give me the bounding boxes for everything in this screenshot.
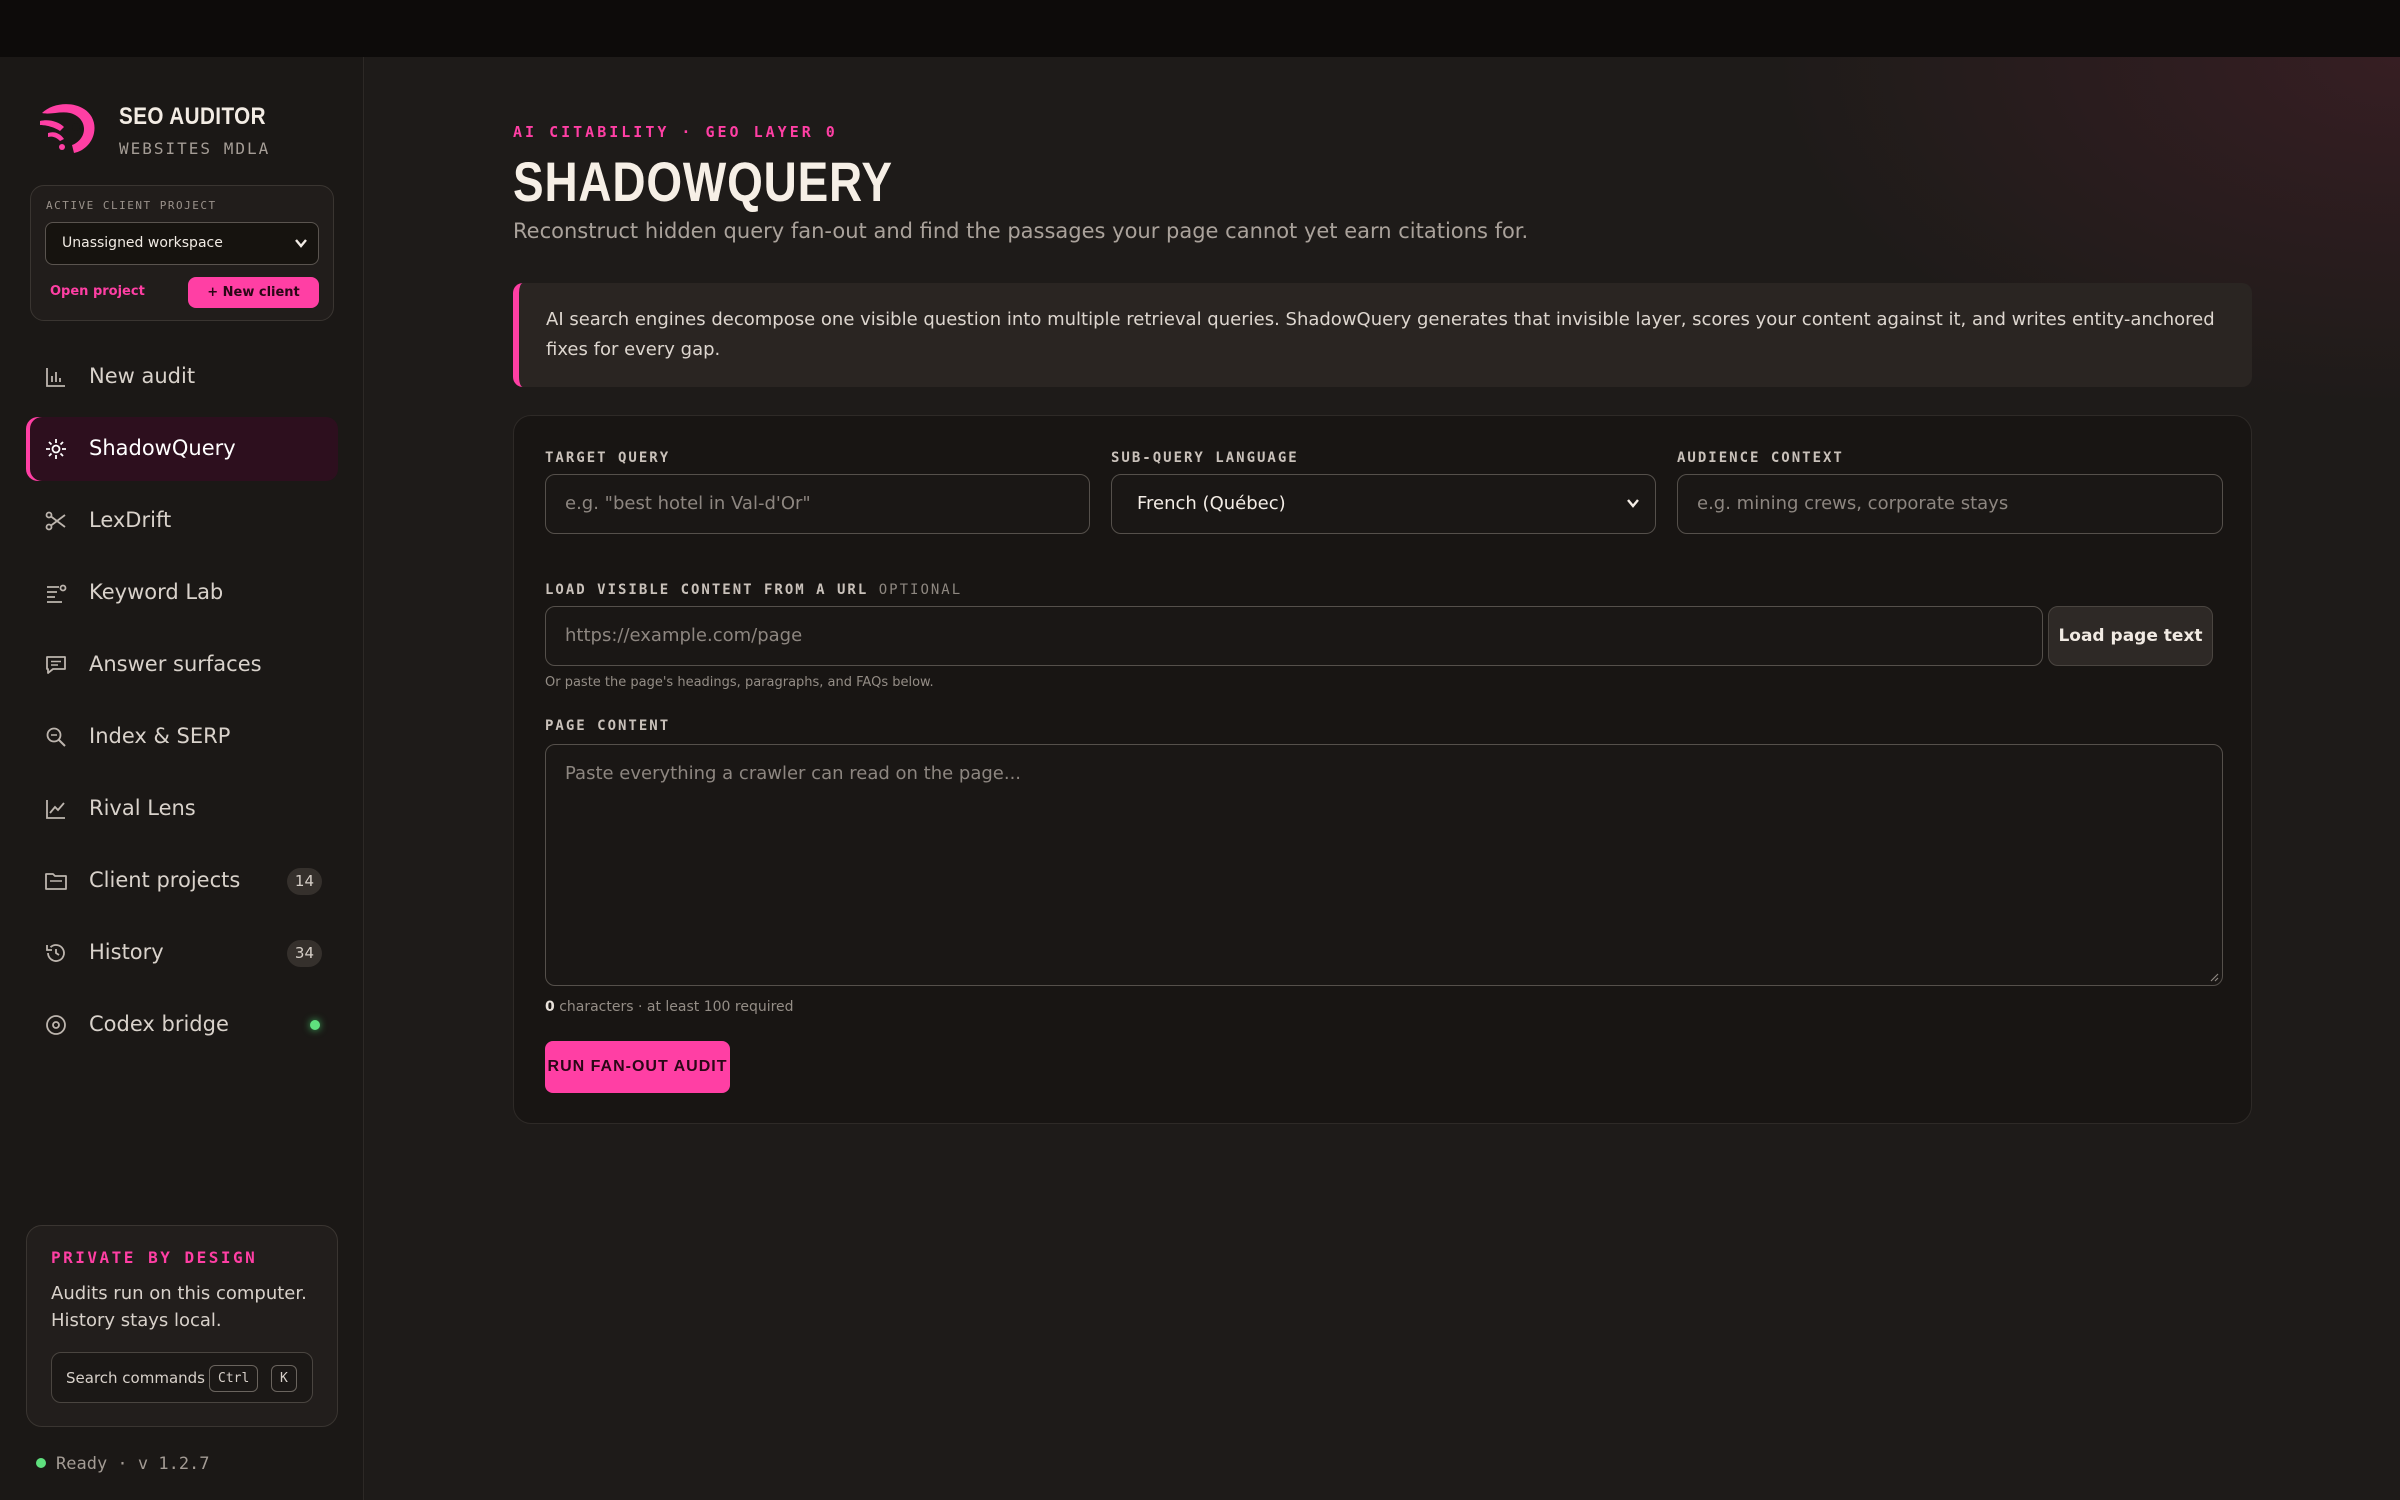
count-badge: 34 bbox=[286, 940, 322, 967]
language-value: French (Québec) bbox=[1137, 493, 1286, 514]
page-title: SHADOWQUERY bbox=[513, 150, 893, 213]
page-content-label: PAGE CONTENT bbox=[545, 718, 671, 734]
sidebar-item-label: Codex bridge bbox=[89, 1012, 229, 1036]
sidebar-item-label: LexDrift bbox=[89, 508, 172, 532]
run-fan-out-audit-button[interactable]: RUN FAN-OUT AUDIT bbox=[545, 1041, 730, 1093]
language-select[interactable]: French (Québec) bbox=[1111, 474, 1656, 534]
sidebar-item-label: Index & SERP bbox=[89, 724, 231, 748]
info-callout: AI search engines decompose one visible … bbox=[513, 283, 2252, 387]
gear-icon bbox=[46, 1015, 66, 1035]
sidebar-item-rival-lens[interactable]: Rival Lens bbox=[26, 777, 338, 841]
sidebar-item-lexdrift[interactable]: LexDrift bbox=[26, 489, 338, 553]
count-badge: 14 bbox=[286, 868, 322, 895]
page-subtitle: Reconstruct hidden query fan-out and fin… bbox=[513, 219, 1529, 243]
url-label: LOAD VISIBLE CONTENT FROM A URL OPTIONAL bbox=[545, 582, 962, 598]
new-client-button[interactable]: + New client bbox=[188, 277, 319, 308]
folder-icon bbox=[45, 873, 67, 890]
sidebar-item-label: History bbox=[89, 940, 164, 964]
audience-label: AUDIENCE CONTEXT bbox=[1677, 450, 1844, 466]
client-project-value: Unassigned workspace bbox=[62, 235, 223, 251]
sidebar-item-keyword-lab[interactable]: Keyword Lab bbox=[26, 561, 338, 625]
character-count: 0 bbox=[545, 999, 555, 1015]
private-title: PRIVATE BY DESIGN bbox=[51, 1248, 258, 1267]
window-top-bar bbox=[0, 0, 2400, 57]
sidebar-nav: New audit ShadowQuery LexDrift Keyword L… bbox=[26, 345, 338, 1065]
sidebar-item-label: ShadowQuery bbox=[89, 436, 236, 460]
character-counter: 0 characters · at least 100 required bbox=[545, 999, 794, 1015]
scissors-icon bbox=[45, 511, 66, 531]
status-dot bbox=[36, 1458, 46, 1468]
resize-handle-icon[interactable] bbox=[2209, 972, 2219, 982]
audit-form: TARGET QUERY e.g. "best hotel in Val-d'O… bbox=[513, 415, 2252, 1124]
private-text: Audits run on this computer. History sta… bbox=[51, 1283, 307, 1331]
sidebar-item-label: Answer surfaces bbox=[89, 652, 262, 676]
sidebar-item-new-audit[interactable]: New audit bbox=[26, 345, 338, 409]
url-label-text: LOAD VISIBLE CONTENT FROM A URL bbox=[545, 582, 869, 598]
sidebar-item-codex-bridge[interactable]: Codex bridge bbox=[26, 993, 338, 1057]
search-commands-button[interactable]: Search commands Ctrl K bbox=[51, 1352, 313, 1403]
sidebar-item-label: Keyword Lab bbox=[89, 580, 224, 604]
message-icon bbox=[46, 656, 66, 674]
sparkle-icon bbox=[46, 439, 66, 459]
chevron-down-icon bbox=[1625, 475, 1641, 557]
page-content-placeholder: Paste everything a crawler can read on t… bbox=[565, 763, 1022, 784]
load-page-text-button[interactable]: Load page text bbox=[2048, 606, 2213, 666]
language-label: SUB-QUERY LANGUAGE bbox=[1111, 450, 1299, 466]
callout-text: AI search engines decompose one visible … bbox=[546, 309, 2215, 360]
chevron-down-icon bbox=[294, 223, 308, 281]
optional-tag: OPTIONAL bbox=[878, 582, 963, 598]
kbd-k: K bbox=[271, 1365, 297, 1392]
bar-chart-icon bbox=[46, 368, 65, 387]
page-content-textarea[interactable]: Paste everything a crawler can read on t… bbox=[545, 744, 2223, 986]
brand-subtitle: WEBSITES MDLA bbox=[119, 139, 271, 158]
status-text: Ready · v 1.2.7 bbox=[56, 1454, 210, 1474]
open-project-link[interactable]: Open project bbox=[50, 284, 145, 299]
history-icon bbox=[46, 944, 65, 962]
kbd-ctrl: Ctrl bbox=[209, 1365, 259, 1392]
target-query-input[interactable]: e.g. "best hotel in Val-d'Or" bbox=[545, 474, 1090, 534]
sidebar-item-index-serp[interactable]: Index & SERP bbox=[26, 705, 338, 769]
sidebar-item-history[interactable]: History 34 bbox=[26, 921, 338, 985]
search-zoom-icon bbox=[46, 727, 66, 747]
character-hint: characters · at least 100 required bbox=[554, 999, 794, 1015]
line-chart-icon bbox=[46, 800, 65, 819]
private-by-design-card: PRIVATE BY DESIGN Audits run on this com… bbox=[26, 1225, 338, 1427]
audience-input[interactable]: e.g. mining crews, corporate stays bbox=[1677, 474, 2223, 534]
client-project-label: ACTIVE CLIENT PROJECT bbox=[46, 199, 217, 212]
sidebar-item-label: Client projects bbox=[89, 868, 241, 892]
target-query-label: TARGET QUERY bbox=[545, 450, 671, 466]
main-content: AI CITABILITY · GEO LAYER 0 SHADOWQUERY … bbox=[365, 57, 2400, 1500]
sidebar-item-shadowquery[interactable]: ShadowQuery bbox=[26, 417, 338, 481]
status-online-dot bbox=[310, 1020, 320, 1030]
sidebar: SEO AUDITOR WEBSITES MDLA ACTIVE CLIENT … bbox=[0, 57, 364, 1500]
client-project-select[interactable]: Unassigned workspace bbox=[45, 222, 319, 265]
url-input[interactable]: https://example.com/page bbox=[545, 606, 2043, 666]
url-hint: Or paste the page's headings, paragraphs… bbox=[545, 675, 934, 690]
search-commands-label: Search commands bbox=[66, 1369, 205, 1387]
sidebar-item-answer-surfaces[interactable]: Answer surfaces bbox=[26, 633, 338, 697]
sidebar-item-label: Rival Lens bbox=[89, 796, 196, 820]
sidebar-item-label: New audit bbox=[89, 364, 196, 388]
sidebar-item-client-projects[interactable]: Client projects 14 bbox=[26, 849, 338, 913]
page-eyebrow: AI CITABILITY · GEO LAYER 0 bbox=[513, 123, 838, 141]
brand-logo-icon bbox=[40, 104, 95, 153]
list-filter-icon bbox=[47, 584, 67, 603]
client-project-card: ACTIVE CLIENT PROJECT Unassigned workspa… bbox=[30, 185, 334, 321]
brand-title: SEO AUDITOR bbox=[119, 103, 266, 130]
